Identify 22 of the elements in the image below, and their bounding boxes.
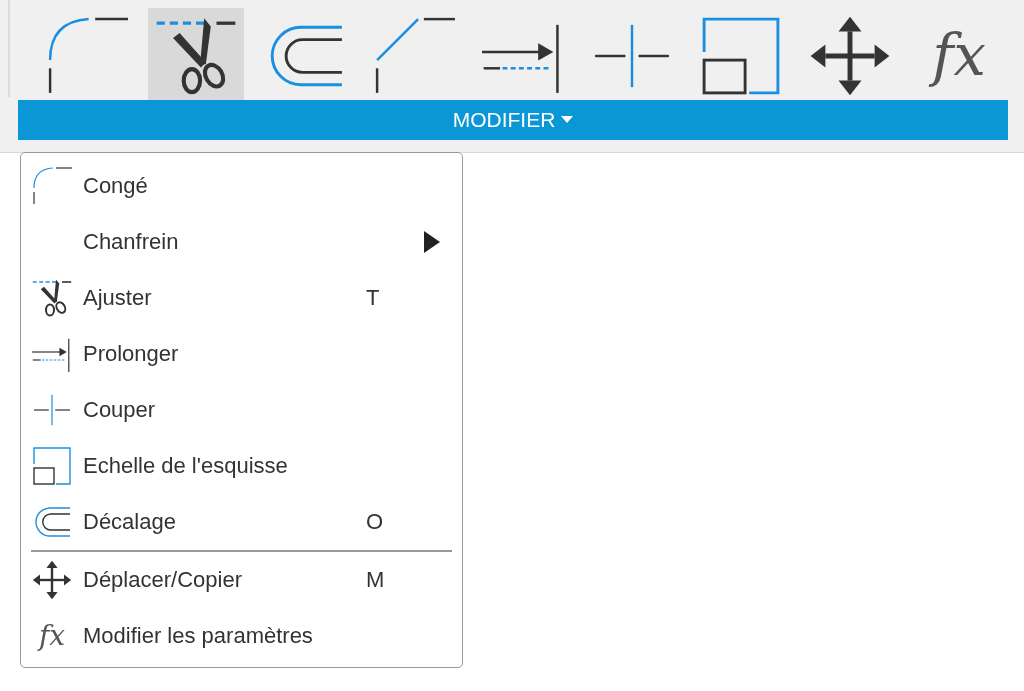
panel-label: MODIFIER (452, 108, 556, 132)
shortcut-key: M (366, 567, 385, 593)
move-icon (32, 560, 72, 600)
shortcut-key: O (366, 509, 384, 535)
scissors-icon (32, 278, 72, 318)
scale-icon (32, 446, 72, 486)
menu-item[interactable]: Prolonger (31, 326, 452, 382)
formula-icon: fx (38, 622, 66, 650)
menu-item[interactable]: Déplacer/Copier M (31, 552, 452, 608)
menu-item[interactable]: Ajuster T (31, 270, 452, 326)
move-icon (809, 15, 891, 97)
menu-item[interactable]: Couper (31, 382, 452, 438)
scale-icon (700, 15, 782, 97)
menu-item[interactable]: Décalage O (31, 494, 452, 550)
menu-item[interactable]: Echelle de l'esquisse (31, 438, 452, 494)
submenu-arrow-icon (424, 231, 440, 253)
menu-item[interactable]: Congé (31, 158, 452, 214)
menu-item[interactable]: Chanfrein (31, 214, 452, 270)
menu-item[interactable]: fx Modifier les paramètres (31, 608, 452, 664)
caret-icon (561, 116, 574, 124)
fillet-icon (32, 166, 72, 206)
shortcut-key: T (366, 285, 380, 311)
